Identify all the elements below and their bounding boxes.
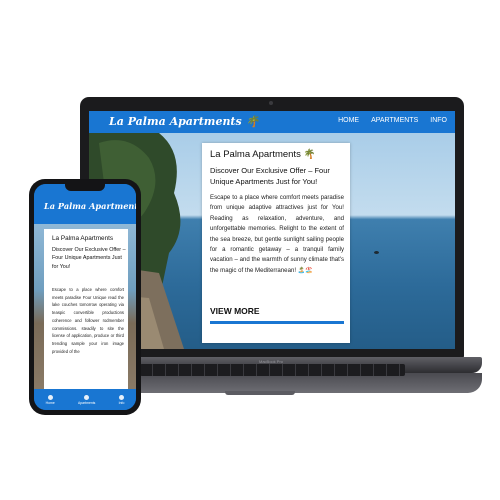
swimmer-figure: [374, 251, 379, 254]
phone-frame: La Palma Apartments 🌴 La Palma Apartment…: [29, 179, 141, 415]
laptop-keyboard: [140, 364, 405, 376]
card-subtitle: Discover Our Exclusive Offer – Four Uniq…: [210, 166, 330, 186]
nav-link-home[interactable]: HOME: [338, 117, 359, 124]
offer-card: La Palma Apartments 🌴 Discover Our Exclu…: [202, 143, 350, 343]
hero-image: La Palma Apartments 🌴 Discover Our Exclu…: [89, 133, 455, 349]
building-icon: [84, 394, 90, 400]
info-icon: [119, 394, 124, 400]
card-body: Escape to a place where comfort meets pa…: [210, 194, 344, 274]
mobile-card-subtitle: Discover Our Exclusive Offer – Four Uniq…: [52, 247, 126, 270]
mobile-nav-label: Info: [118, 400, 125, 405]
view-more-button[interactable]: VIEW MORE: [210, 306, 260, 316]
phone-notch: [65, 183, 105, 191]
mobile-card-title: La Palma Apartments: [52, 235, 114, 242]
mobile-hero-image: La Palma Apartments Discover Our Exclusi…: [34, 224, 136, 389]
site-navbar: La Palma Apartments 🌴 HOME APARTMENTS IN…: [89, 111, 455, 133]
camera-icon: [269, 101, 273, 105]
laptop-display: La Palma Apartments 🌴 HOME APARTMENTS IN…: [89, 111, 455, 349]
nav-link-info[interactable]: INFO: [430, 117, 447, 124]
nav-link-apartments[interactable]: APARTMENTS: [371, 117, 418, 124]
card-title: La Palma Apartments 🌴: [210, 149, 316, 160]
card-accent-bar: [210, 321, 344, 324]
site-logo[interactable]: La Palma Apartments 🌴: [109, 115, 259, 128]
home-icon: [47, 394, 53, 400]
mobile-nav-apartments[interactable]: Apartments: [78, 394, 96, 405]
mobile-offer-card: La Palma Apartments Discover Our Exclusi…: [44, 229, 128, 389]
phone-screen: La Palma Apartments 🌴 La Palma Apartment…: [34, 184, 136, 410]
mobile-nav-label: Apartments: [78, 400, 96, 405]
mobile-nav-home[interactable]: Home: [45, 394, 55, 405]
mobile-bottom-nav: Home Apartments Info: [34, 389, 136, 410]
mobile-nav-label: Home: [45, 400, 55, 405]
nav-links: HOME APARTMENTS INFO: [338, 117, 447, 124]
mobile-card-body: Escape to a place where comfort meets pa…: [52, 287, 124, 354]
mobile-nav-info[interactable]: Info: [118, 394, 125, 405]
mobile-logo[interactable]: La Palma Apartments 🌴: [44, 201, 136, 212]
laptop-trackpad-edge: [225, 391, 295, 395]
